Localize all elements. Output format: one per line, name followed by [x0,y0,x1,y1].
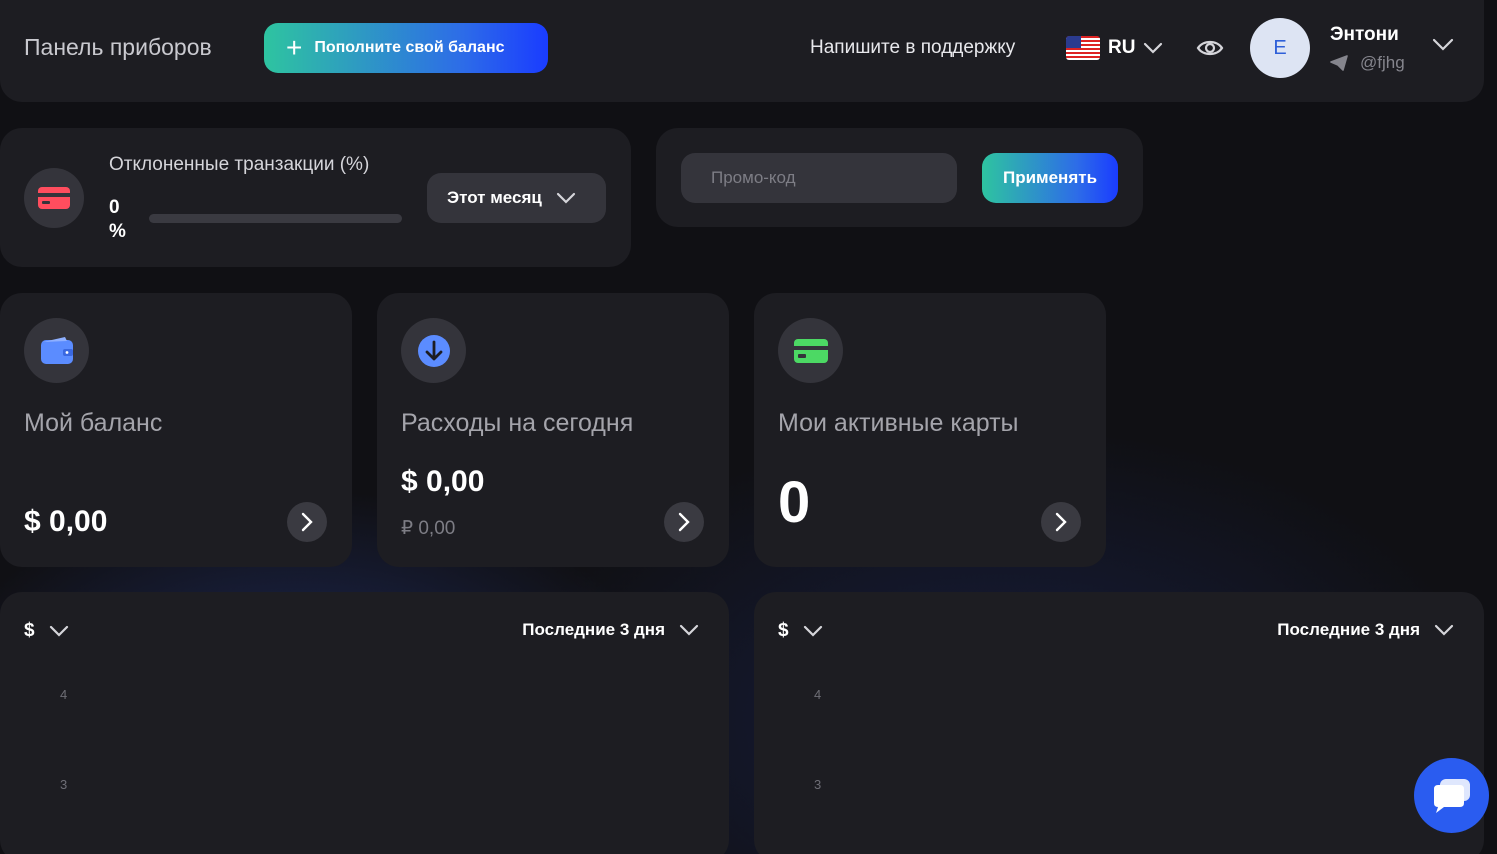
period-select-label: Этот месяц [447,188,542,207]
plus-icon: + [286,32,303,63]
currency-label: $ [24,620,35,641]
wallet-icon [40,336,73,364]
chevron-down-icon [679,624,699,636]
currency-select[interactable]: $ [24,620,69,642]
chat-bubble-icon [1433,778,1470,813]
user-menu-chevron-icon[interactable] [1432,38,1454,52]
page-title: Панель приборов [24,34,212,60]
declined-number: 0 [109,197,120,218]
expenses-rub-amount: ₽ 0,00 [401,518,456,539]
balance-details-button[interactable] [287,502,327,542]
chat-support-button[interactable] [1414,758,1489,833]
expenses-amount: $ 0,00 [401,465,485,498]
balance-label: Мой баланс [24,409,163,437]
balance-amount: $ 0,00 [24,505,108,538]
chevron-down-icon [556,192,575,204]
y-tick-label: 3 [60,777,68,792]
top-header: Панель приборов + Пополните свой баланс … [0,0,1484,102]
currency-select[interactable]: $ [778,620,823,642]
eye-icon[interactable] [1195,34,1225,62]
y-tick-label: 4 [60,687,68,702]
active-cards-details-button[interactable] [1041,502,1081,542]
expenses-today-card: Расходы на сегодня $ 0,00 ₽ 0,00 [377,293,729,567]
currency-label: $ [778,620,789,641]
topup-balance-label: Пополните свой баланс [314,39,505,56]
range-label: Последние 3 дня [1277,620,1420,639]
card-icon [793,338,828,363]
declined-title: Отклоненные транзакции (%) [109,154,370,175]
y-tick-label: 3 [814,777,822,792]
language-select[interactable]: RU [1066,34,1163,62]
card-icon [38,187,70,209]
declined-transactions-panel: Отклоненные транзакции (%) 0 % Этот меся… [0,128,631,267]
chevron-right-icon [301,512,313,532]
user-handle: @fjhg [1330,53,1405,73]
user-name: Энтони [1330,24,1399,45]
language-code: RU [1108,37,1136,58]
wallet-icon-circle [24,318,89,383]
download-arrow-icon [417,334,450,367]
active-cards-label: Мои активные карты [778,409,1019,437]
chevron-down-icon [1434,624,1454,636]
declined-unit: % [109,221,126,242]
declined-progress-bar [149,214,402,223]
chevron-down-icon [1144,42,1163,54]
chevron-down-icon [803,625,822,637]
expenses-icon-circle [401,318,466,383]
promo-code-input[interactable] [681,153,957,203]
range-select[interactable]: Последние 3 дня [1277,620,1454,640]
cards-icon-circle [778,318,843,383]
support-link[interactable]: Напишите в поддержку [810,37,1015,59]
telegram-icon [1330,55,1348,71]
avatar[interactable]: E [1250,18,1310,78]
active-cards-count: 0 [778,470,811,535]
spending-chart-left: $ Последние 3 дня 4 3 [0,592,729,854]
chevron-right-icon [1055,512,1067,532]
declined-value: 0 % [109,196,131,244]
range-label: Последние 3 дня [522,620,665,639]
promo-panel: Применять [656,128,1143,227]
expenses-details-button[interactable] [664,502,704,542]
balance-card: Мой баланс $ 0,00 [0,293,352,567]
expenses-label: Расходы на сегодня [401,409,634,437]
apply-promo-button[interactable]: Применять [982,153,1118,203]
topup-balance-button[interactable]: + Пополните свой баланс [264,23,548,73]
active-cards-card: Мои активные карты 0 [754,293,1106,567]
us-flag-icon [1066,36,1100,60]
chevron-right-icon [678,512,690,532]
period-select[interactable]: Этот месяц [427,173,606,223]
user-handle-text: @fjhg [1360,53,1405,72]
range-select[interactable]: Последние 3 дня [522,620,699,640]
y-tick-label: 4 [814,687,822,702]
declined-icon-circle [24,168,84,228]
spending-chart-right: $ Последние 3 дня 4 3 [754,592,1484,854]
chevron-down-icon [49,625,68,637]
